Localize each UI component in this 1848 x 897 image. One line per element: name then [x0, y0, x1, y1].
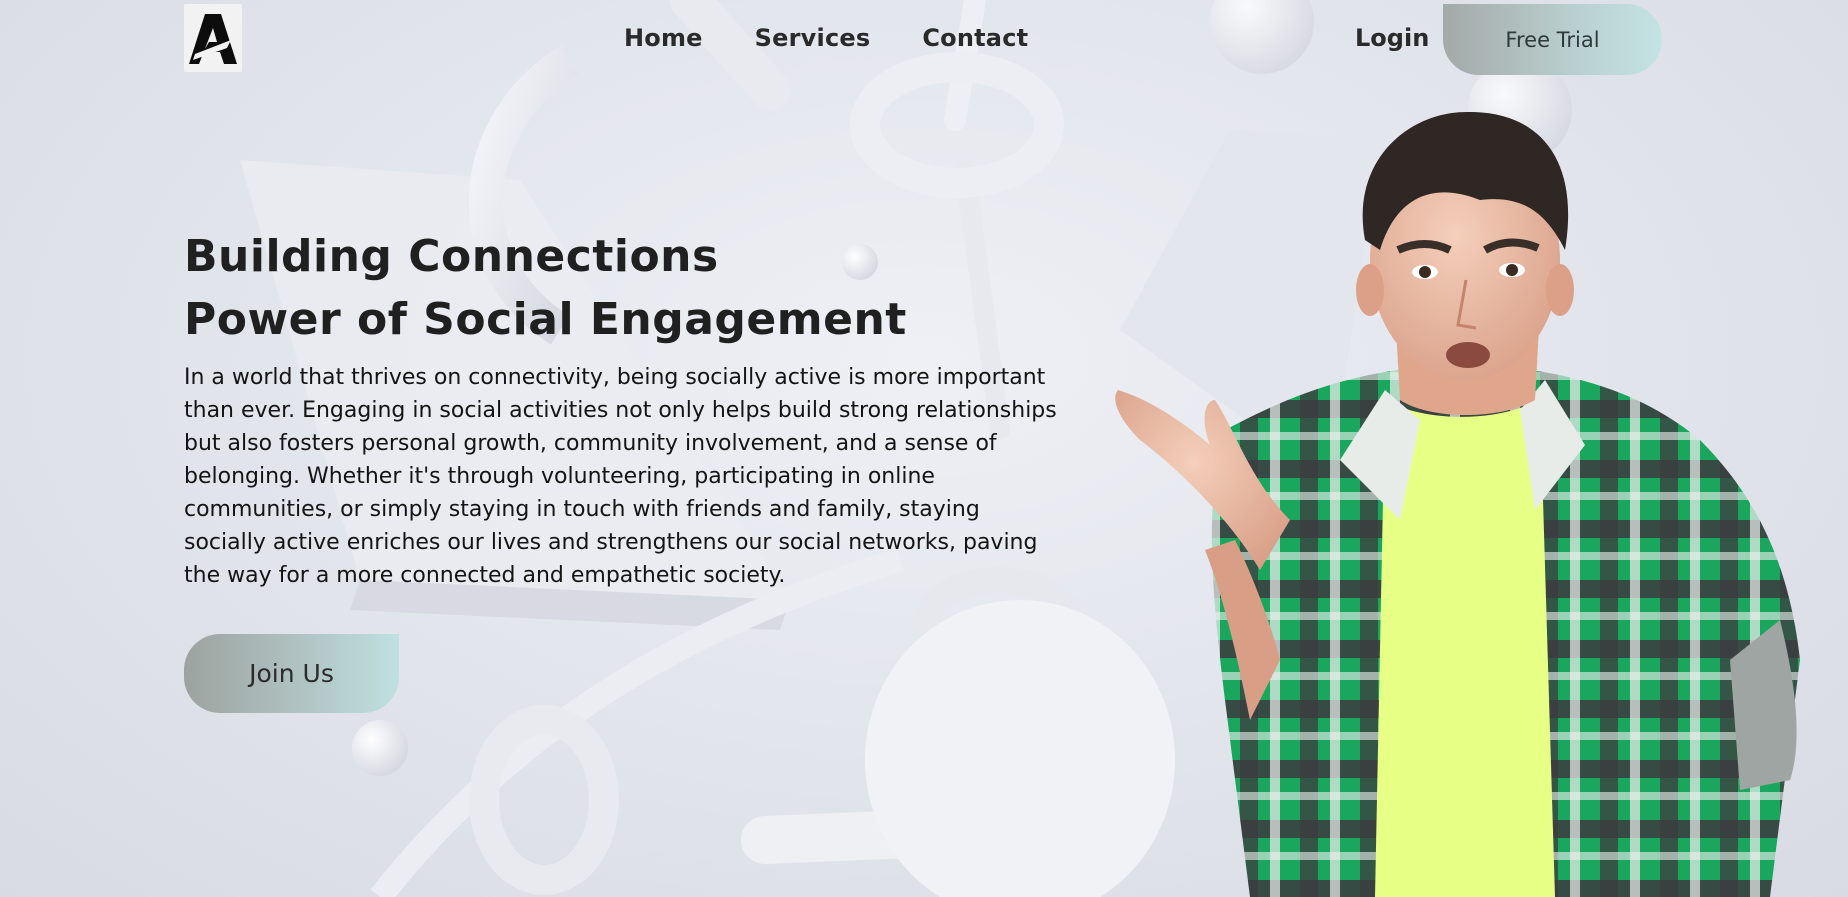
- nav-home-link[interactable]: Home: [624, 24, 703, 52]
- logo[interactable]: [184, 4, 242, 72]
- site-header: Home Services Contact Login Free Trial: [0, 0, 1848, 80]
- hero-title-line-2: Power of Social Engagement: [184, 294, 907, 345]
- logo-a-icon: [189, 14, 237, 64]
- hero-description: In a world that thrives on connectivity,…: [184, 365, 1057, 588]
- hero-title-line-1: Building Connections: [184, 231, 719, 282]
- hero-title: Building Connections Power of Social Eng…: [184, 225, 1064, 351]
- main-nav: Home Services Contact: [624, 24, 1028, 52]
- join-us-button[interactable]: Join Us: [184, 634, 399, 713]
- nav-services-link[interactable]: Services: [755, 24, 871, 52]
- hero-person-image: [1115, 111, 1800, 897]
- nav-contact-link[interactable]: Contact: [922, 24, 1028, 52]
- login-link[interactable]: Login: [1355, 24, 1429, 52]
- free-trial-button[interactable]: Free Trial: [1443, 4, 1662, 75]
- hero-section: Building Connections Power of Social Eng…: [184, 225, 1064, 592]
